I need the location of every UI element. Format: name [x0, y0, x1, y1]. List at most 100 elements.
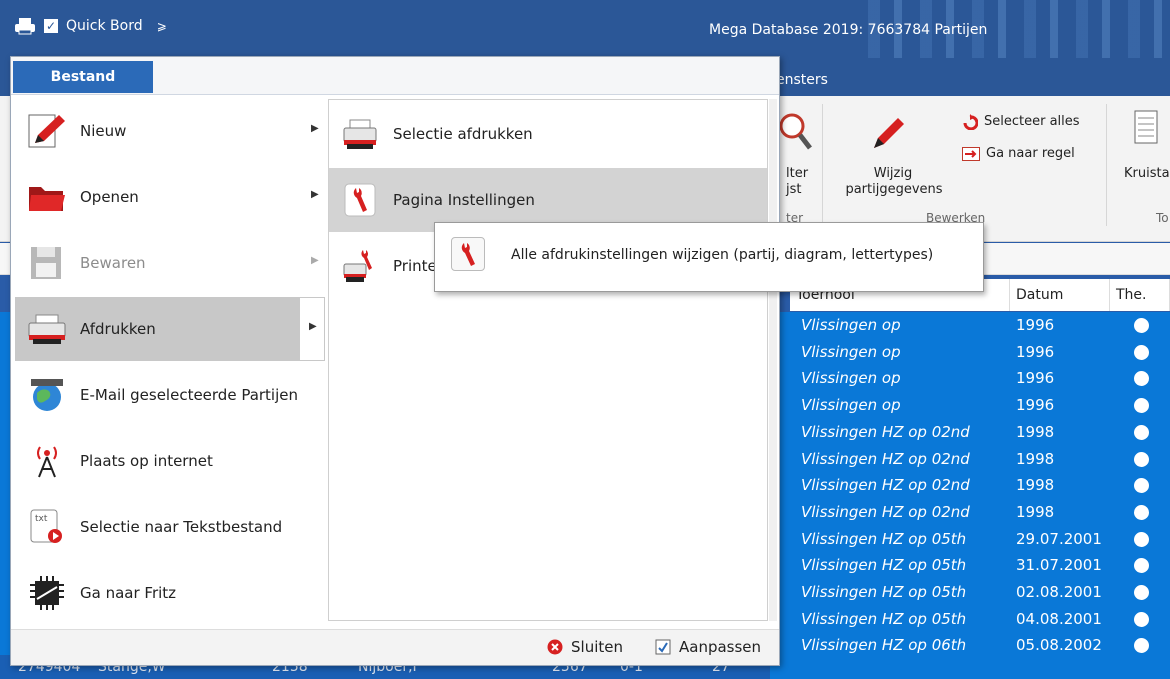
- menu-item-openen[interactable]: Openen ▶: [15, 165, 325, 229]
- filter-label[interactable]: lter: [786, 166, 808, 182]
- title-bar: ✓ Quick Bord ⩾ Mega Database 2019: 76637…: [0, 0, 1170, 58]
- printer-icon[interactable]: [14, 17, 36, 35]
- cell-datum: 04.08.2001: [1016, 609, 1102, 628]
- submenu-arrow-icon: ▶: [311, 255, 319, 266]
- customize-toolbar-dropdown[interactable]: ⩾: [157, 19, 167, 33]
- submenu-item-label: Pagina Instellingen: [393, 191, 535, 209]
- menu-commands: Nieuw ▶ Openen ▶ Bewaren ▶ Afdrukken ▶ E…: [15, 99, 325, 629]
- group-to-label: To: [1156, 211, 1169, 225]
- theme-indicator: [1134, 638, 1149, 654]
- cell-toernooi: Vlissingen op: [801, 342, 901, 361]
- cell-toernooi: Vlissingen HZ op 02nd: [801, 502, 970, 521]
- pencil-icon: [27, 113, 67, 149]
- menu-item-text-export[interactable]: txt Selectie naar Tekstbestand: [15, 495, 325, 559]
- cell-toernooi: Vlissingen HZ op 02nd: [801, 476, 970, 495]
- printer-icon: [343, 116, 377, 152]
- select-all-button[interactable]: Selecteer alles: [962, 114, 1080, 130]
- filter-label-2[interactable]: jst: [786, 182, 801, 198]
- menu-item-afdrukken[interactable]: Afdrukken ▶: [15, 297, 325, 361]
- cell-toernooi: Vlissingen op: [801, 316, 901, 334]
- goto-row-button[interactable]: Ga naar regel: [962, 146, 1075, 162]
- menu-item-label: Plaats op internet: [80, 452, 213, 470]
- cell-datum: 02.08.2001: [1016, 583, 1102, 601]
- wijzig-label-1[interactable]: Wijzig: [868, 166, 918, 182]
- menu-item-label: Nieuw: [80, 122, 127, 140]
- column-header-the[interactable]: The.: [1110, 279, 1170, 311]
- menu-item-label: Afdrukken: [80, 320, 156, 338]
- wijzig-label-2[interactable]: partijgegevens: [836, 182, 952, 198]
- ribbon-separator: [822, 104, 823, 226]
- customize-label: Aanpassen: [679, 638, 762, 656]
- quick-bord-checkbox[interactable]: ✓: [44, 19, 58, 33]
- cell-datum: 29.07.2001: [1016, 529, 1102, 548]
- menu-item-bewaren[interactable]: Bewaren ▶: [15, 231, 325, 295]
- menu-item-fritz[interactable]: Ga naar Fritz: [15, 561, 325, 625]
- submenu-scrollbar[interactable]: [769, 99, 777, 621]
- magnifier-icon[interactable]: [780, 112, 814, 152]
- wrench-icon: [343, 182, 377, 218]
- cell-datum: 1998: [1016, 476, 1055, 495]
- goto-row-label: Ga naar regel: [986, 146, 1075, 161]
- menu-item-email[interactable]: E-Mail geselecteerde Partijen: [15, 363, 325, 427]
- submenu-item-label: Printe: [393, 257, 437, 275]
- cell-toernooi: Vlissingen HZ op 02nd: [801, 449, 970, 468]
- menu-item-label: E-Mail geselecteerde Partijen: [80, 386, 299, 404]
- theme-indicator: [1134, 531, 1149, 547]
- theme-indicator: [1134, 451, 1149, 467]
- menu-item-label: Openen: [80, 188, 139, 206]
- wrench-icon: [451, 237, 485, 271]
- cell-datum: 1998: [1016, 422, 1055, 441]
- floppy-disk-icon: [27, 245, 67, 281]
- submenu-arrow-icon: ▶: [311, 123, 319, 134]
- menu-item-label: Selectie naar Tekstbestand: [80, 518, 283, 536]
- edit-pencil-icon[interactable]: [868, 114, 908, 154]
- theme-indicator: [1134, 318, 1149, 333]
- text-file-icon: txt: [27, 509, 67, 545]
- crosstable-icon[interactable]: [1134, 110, 1158, 144]
- cell-datum: 1996: [1016, 369, 1055, 388]
- cell-datum: 31.07.2001: [1016, 556, 1102, 575]
- tab-bestand[interactable]: Bestand: [13, 61, 153, 93]
- cell-datum: 1998: [1016, 502, 1055, 521]
- cell-toernooi: Vlissingen HZ op 05th: [801, 529, 967, 548]
- theme-indicator: [1134, 558, 1149, 574]
- customize-button[interactable]: Aanpassen: [655, 638, 761, 656]
- cell-datum: 1996: [1016, 316, 1055, 334]
- customize-icon: [655, 639, 671, 655]
- chip-icon: [27, 575, 67, 611]
- window-title: Mega Database 2019: 7663784 Partijen: [709, 22, 988, 38]
- tooltip: Alle afdrukinstellingen wijzigen (partij…: [434, 222, 984, 292]
- theme-indicator: [1134, 504, 1149, 520]
- cell-toernooi: Vlissingen op: [801, 369, 901, 388]
- cell-toernooi: Vlissingen HZ op 05th: [801, 556, 967, 575]
- cell-datum: 05.08.2002: [1016, 636, 1102, 655]
- theme-indicator: [1134, 585, 1149, 600]
- submenu-arrow-icon: ▶: [309, 321, 317, 332]
- cell-toernooi: Vlissingen HZ op 05th: [801, 609, 967, 628]
- menu-item-internet[interactable]: Plaats op internet: [15, 429, 325, 493]
- close-icon: [547, 639, 563, 655]
- submenu-arrow-icon: ▶: [311, 189, 319, 200]
- cell-toernooi: Vlissingen HZ op 05th: [801, 583, 967, 601]
- menu-item-label: Bewaren: [80, 254, 146, 272]
- tab-vensters[interactable]: ensters: [776, 72, 828, 88]
- close-button[interactable]: Sluiten: [547, 638, 623, 656]
- quick-bord-label[interactable]: Quick Bord: [66, 18, 143, 34]
- theme-indicator: [1134, 344, 1149, 360]
- menu-tab-row: Bestand: [11, 57, 779, 95]
- quick-access-toolbar: ✓ Quick Bord ⩾: [14, 17, 167, 35]
- cell-datum: 1996: [1016, 342, 1055, 361]
- theme-indicator: [1134, 478, 1149, 494]
- theme-indicator: [1134, 398, 1149, 414]
- select-all-label: Selecteer alles: [984, 114, 1080, 129]
- svg-text:txt: txt: [35, 514, 48, 524]
- crosstable-label[interactable]: Kruista: [1124, 166, 1170, 182]
- column-header-datum[interactable]: Datum: [1010, 279, 1110, 311]
- close-label: Sluiten: [571, 638, 623, 656]
- cell-datum: 1998: [1016, 449, 1055, 468]
- folder-icon: [27, 179, 67, 215]
- theme-indicator: [1134, 424, 1149, 440]
- submenu-item-print-selection[interactable]: Selectie afdrukken: [329, 102, 767, 166]
- submenu-item-label: Selectie afdrukken: [393, 125, 533, 143]
- menu-item-nieuw[interactable]: Nieuw ▶: [15, 99, 325, 163]
